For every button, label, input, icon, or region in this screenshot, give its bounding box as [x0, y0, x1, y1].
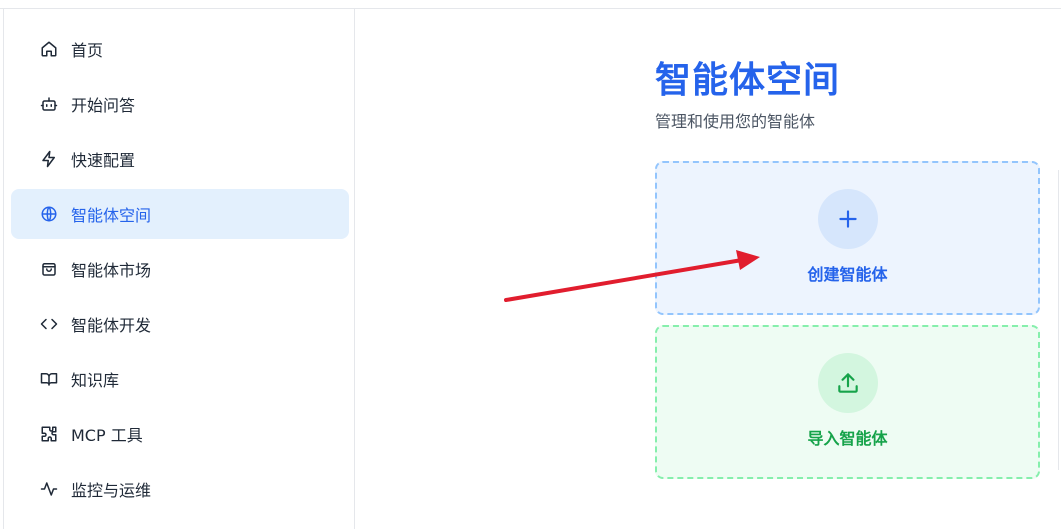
home-icon	[39, 39, 59, 59]
plus-icon	[817, 189, 878, 249]
sidebar: 首页 开始问答 快速配置 智能体空间 智能体市场 智能体开发 知识库 MCP 工…	[4, 9, 355, 529]
sidebar-item-mcp-tools[interactable]: MCP 工具	[11, 409, 349, 459]
shopping-bag-icon	[39, 259, 59, 279]
zap-icon	[39, 149, 59, 169]
import-agent-label: 导入智能体	[807, 429, 888, 448]
page-subtitle: 管理和使用您的智能体	[655, 112, 816, 131]
page-title: 智能体空间	[655, 60, 841, 101]
sidebar-item-agent-dev[interactable]: 智能体开发	[11, 299, 349, 349]
sidebar-item-label: 智能体开发	[71, 316, 152, 335]
code-icon	[39, 314, 59, 334]
sidebar-item-label: MCP 工具	[71, 426, 143, 445]
create-agent-label: 创建智能体	[807, 265, 888, 284]
sidebar-item-label: 首页	[71, 41, 104, 60]
create-agent-card[interactable]: 创建智能体	[655, 161, 1040, 315]
bot-icon	[39, 94, 59, 114]
sidebar-item-label: 知识库	[71, 371, 120, 390]
book-open-icon	[39, 369, 59, 389]
puzzle-icon	[39, 424, 59, 444]
sidebar-item-monitoring[interactable]: 监控与运维	[11, 464, 349, 514]
sidebar-item-label: 监控与运维	[71, 481, 152, 500]
top-bar	[0, 0, 1061, 9]
activity-icon	[39, 479, 59, 499]
globe-icon	[39, 204, 59, 224]
upload-icon	[817, 353, 878, 413]
sidebar-item-quick-config[interactable]: 快速配置	[11, 134, 349, 184]
sidebar-item-label: 开始问答	[71, 96, 136, 115]
sidebar-item-agent-space[interactable]: 智能体空间	[11, 189, 349, 239]
main-content: 智能体空间 管理和使用您的智能体 创建智能体 导入智能体	[356, 9, 1061, 529]
sidebar-item-knowledge-base[interactable]: 知识库	[11, 354, 349, 404]
sidebar-item-home[interactable]: 首页	[11, 24, 349, 74]
sidebar-item-label: 快速配置	[71, 151, 136, 170]
import-agent-card[interactable]: 导入智能体	[655, 325, 1040, 479]
sidebar-item-start-qa[interactable]: 开始问答	[11, 79, 349, 129]
sidebar-item-label: 智能体空间	[71, 206, 152, 225]
sidebar-item-label: 智能体市场	[71, 261, 152, 280]
sidebar-item-agent-market[interactable]: 智能体市场	[11, 244, 349, 294]
